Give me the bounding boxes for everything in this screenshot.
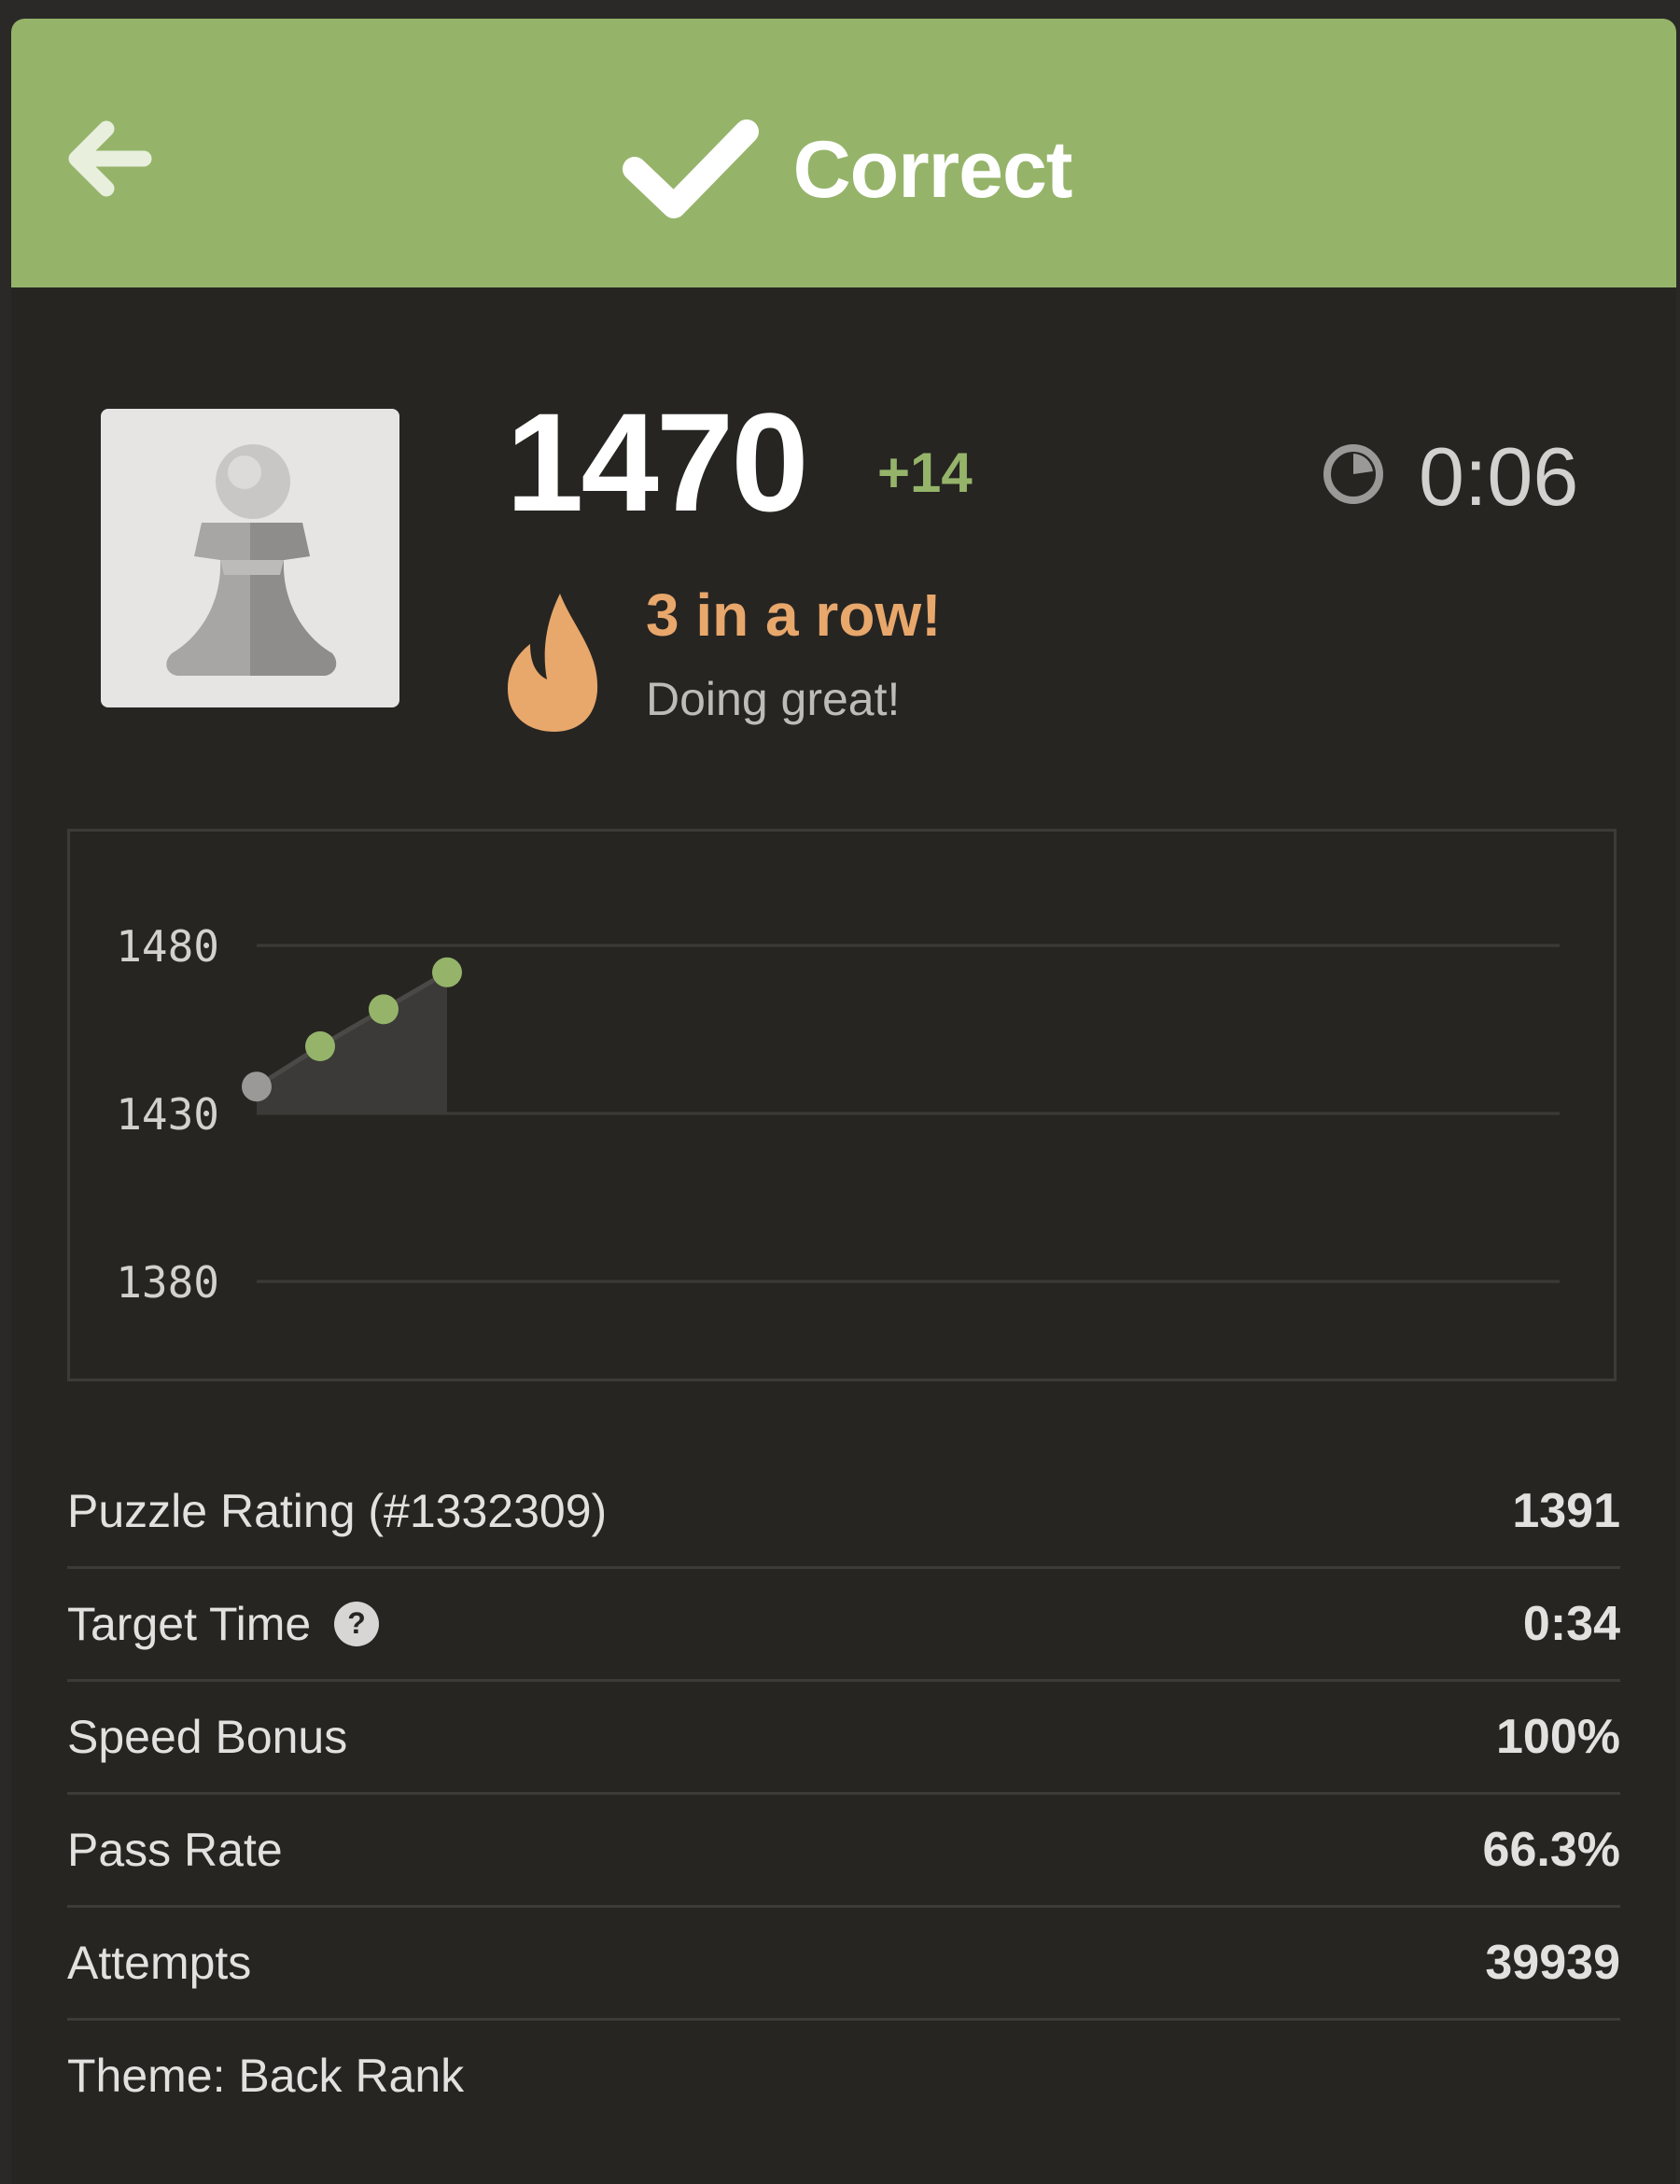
rating-change: +14 [877, 441, 973, 504]
question-mark-icon[interactable]: ? [333, 1601, 380, 1647]
chart-point [305, 1031, 335, 1061]
stat-label-text: Pass Rate [67, 1824, 283, 1876]
stat-row: Speed Bonus 100% [67, 1682, 1620, 1795]
puzzle-stats-list: Puzzle Rating (#1332309) 1391 Target Time?… [67, 1456, 1620, 2131]
svg-text:?: ? [347, 1606, 366, 1640]
puzzle-result-panel: Correct 1470 +14 0:06 3 in a row! Doing … [11, 19, 1676, 2184]
streak-subtitle: Doing great! [646, 673, 901, 725]
stat-value: 39939 [1485, 1936, 1620, 1990]
pawn-icon [166, 444, 337, 676]
streak-title: 3 in a row! [646, 581, 942, 649]
chart-point [242, 1071, 272, 1102]
stat-row: Target Time? 0:34 [67, 1569, 1620, 1682]
current-rating: 1470 [506, 384, 809, 540]
stat-label: Target Time? [67, 1597, 380, 1651]
stat-label: Speed Bonus [67, 1710, 347, 1764]
checkmark-icon [622, 119, 759, 218]
result-title: Correct [11, 114, 1676, 226]
stat-label: Attempts [67, 1936, 251, 1990]
result-label: Correct [792, 124, 1073, 215]
stat-value: 0:34 [1522, 1597, 1620, 1651]
result-header: Correct [11, 19, 1676, 287]
stat-label-text: Speed Bonus [67, 1711, 348, 1763]
avatar [101, 409, 399, 707]
stat-value: 100% [1496, 1710, 1620, 1764]
chart-point [432, 957, 462, 987]
clock-icon [1323, 444, 1383, 504]
stat-row: Theme: Back Rank [67, 2021, 1620, 2131]
stat-label: Theme: Back Rank [67, 2049, 464, 2103]
stat-label: Puzzle Rating (#1332309) [67, 1484, 607, 1538]
stat-row: Attempts 39939 [67, 1908, 1620, 2021]
elapsed-time: 0:06 [1419, 430, 1579, 523]
stat-row: Pass Rate 66.3% [67, 1795, 1620, 1908]
stat-label-text: Puzzle Rating (#1332309) [67, 1485, 608, 1537]
rating-chart: 1480 1430 1380 [67, 829, 1617, 1381]
chart-area [257, 972, 447, 1113]
rating-chart-plot: 1480 1430 1380 [116, 921, 1560, 1308]
stat-label: Pass Rate [67, 1823, 283, 1877]
stat-value: 66.3% [1482, 1823, 1620, 1877]
chart-y-tick-label: 1380 [116, 1257, 219, 1308]
stat-value: 1391 [1512, 1484, 1620, 1538]
chart-y-tick-label: 1480 [116, 921, 219, 972]
chart-point [369, 994, 399, 1025]
stat-label-text: Attempts [67, 1937, 252, 1989]
stat-label-text: Target Time [67, 1598, 312, 1650]
chart-y-tick-label: 1430 [116, 1089, 219, 1140]
stat-label-text: Theme: Back Rank [67, 2050, 465, 2102]
flame-icon [508, 594, 598, 732]
stat-row: Puzzle Rating (#1332309) 1391 [67, 1456, 1620, 1569]
